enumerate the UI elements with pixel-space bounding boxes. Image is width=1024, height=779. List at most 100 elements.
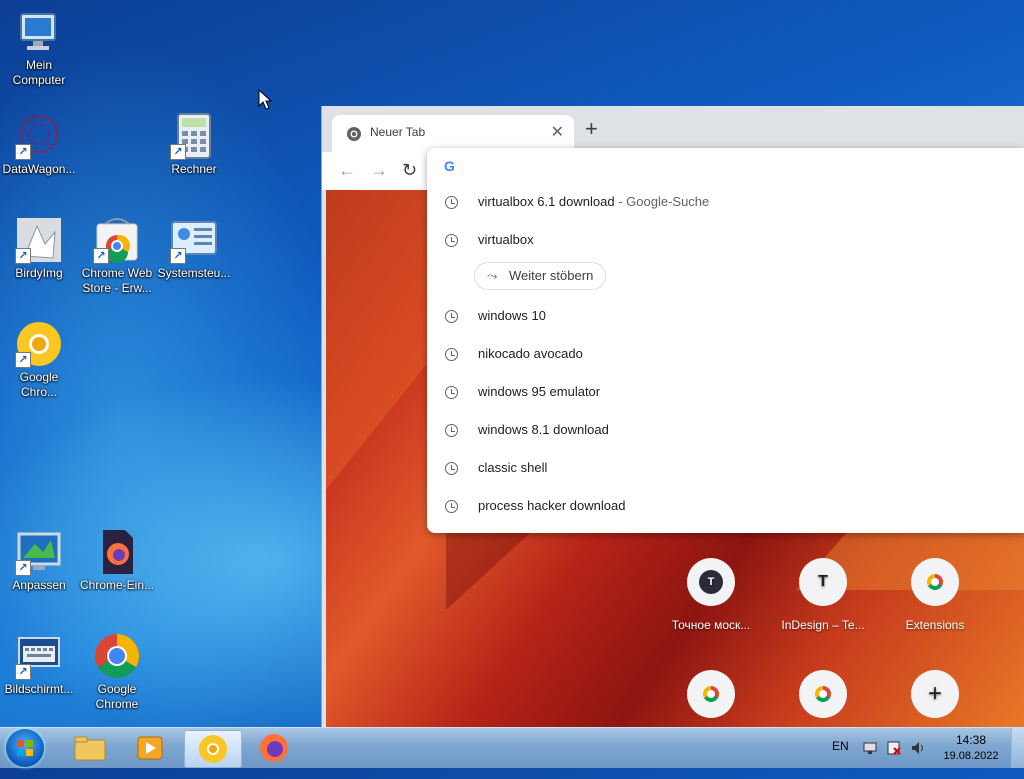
shortcut-arrow-icon: ↗ bbox=[170, 144, 186, 160]
history-clock-icon bbox=[445, 348, 458, 361]
history-clock-icon bbox=[445, 386, 458, 399]
keyboard-icon: ↗ bbox=[15, 632, 63, 680]
shortcut-tile[interactable] bbox=[768, 670, 878, 728]
chrome-shortcut-icon bbox=[799, 670, 847, 718]
desktop-icon-label: Chrome Web Store - Erw... bbox=[81, 266, 153, 295]
shortcut-tile-icon: T bbox=[687, 558, 735, 606]
history-clock-icon bbox=[445, 310, 458, 323]
personalize-icon: ↗ bbox=[15, 528, 63, 576]
desktop-icon-chrome-web-store[interactable]: ↗ Chrome Web Store - Erw... bbox=[78, 216, 156, 296]
desktop-icon-chrome-einstellungen[interactable]: Chrome-Ein... bbox=[78, 528, 156, 593]
control-panel-icon: ↗ bbox=[170, 216, 218, 264]
suggestion-item[interactable]: windows 10 bbox=[427, 302, 1024, 332]
shortcut-tile-label: InDesign – Te... bbox=[781, 618, 865, 632]
history-clock-icon bbox=[445, 424, 458, 437]
chrome-canary-icon: ↗ bbox=[15, 320, 63, 368]
action-center-icon[interactable] bbox=[886, 740, 902, 756]
taskbar-mediaplayer-button[interactable] bbox=[122, 730, 178, 766]
windows-logo-icon bbox=[17, 740, 33, 756]
desktop-icon-label: Chrome-Ein... bbox=[79, 578, 155, 592]
desktop-icon-google-chrome[interactable]: Google Chrome bbox=[78, 632, 156, 712]
clock-date: 19.08.2022 bbox=[943, 750, 999, 762]
back-icon[interactable]: ← bbox=[338, 160, 356, 181]
shortcut-tile[interactable]: T InDesign – Te... bbox=[768, 558, 878, 632]
network-icon[interactable] bbox=[862, 740, 878, 756]
desktop-icon-label: Systemsteu... bbox=[157, 266, 231, 280]
tab-close-icon[interactable]: ✕ bbox=[551, 122, 564, 142]
shortcut-tile[interactable]: Extensions bbox=[880, 558, 990, 632]
desktop-icon-label: Google Chrome bbox=[95, 682, 139, 711]
firefox-file-icon bbox=[93, 528, 141, 576]
shortcut-tile-label: Точное моск... bbox=[671, 618, 751, 632]
taskbar-chrome-canary-button[interactable] bbox=[184, 730, 242, 768]
desktop-icon-datawagon[interactable]: ↗ DataWagon... bbox=[0, 112, 78, 177]
chrome-web-store-icon: ↗ bbox=[93, 216, 141, 264]
desktop-icon-google-chrome-canary[interactable]: ↗ Google Chro... bbox=[0, 320, 78, 400]
desktop-icon-birdyimg[interactable]: ↗ BirdyImg bbox=[0, 216, 78, 281]
suggestion-item[interactable]: process hacker download bbox=[427, 492, 1024, 522]
chrome-icon bbox=[93, 632, 141, 680]
chrome-canary-icon bbox=[199, 735, 227, 763]
desktop-icon-label: DataWagon... bbox=[2, 162, 76, 176]
taskbar-firefox-button[interactable] bbox=[246, 730, 302, 766]
clock-time: 14:38 bbox=[955, 733, 987, 747]
volume-icon[interactable] bbox=[910, 740, 926, 756]
media-player-icon bbox=[137, 736, 163, 760]
shortcut-tile[interactable]: T Точное моск... bbox=[656, 558, 766, 632]
chrome-favicon-icon bbox=[347, 127, 361, 141]
desktop-icon-systemsteuerung[interactable]: ↗ Systemsteu... bbox=[155, 216, 233, 281]
shortcut-arrow-icon: ↗ bbox=[93, 248, 109, 264]
shortcut-arrow-icon: ↗ bbox=[15, 352, 31, 368]
chip-label: Weiter stöbern bbox=[509, 268, 594, 283]
suggestion-item[interactable]: nikocado avocado bbox=[427, 340, 1024, 370]
shortcut-tile-icon: T bbox=[799, 558, 847, 606]
history-clock-icon bbox=[445, 462, 458, 475]
shortcut-arrow-icon: ↗ bbox=[15, 144, 31, 160]
shortcut-arrow-icon: ↗ bbox=[15, 248, 31, 264]
suggestion-text: virtualbox bbox=[478, 232, 534, 247]
taskbar: EN 14:38 19.08.2022 bbox=[0, 727, 1024, 768]
desktop-icon-label: Mein Computer bbox=[12, 58, 66, 87]
suggestion-text: process hacker download bbox=[478, 498, 626, 513]
firefox-icon bbox=[260, 734, 288, 762]
suggestion-item[interactable]: classic shell bbox=[427, 454, 1024, 484]
extensions-icon bbox=[911, 558, 959, 606]
desktop-icon-label: BirdyImg bbox=[15, 266, 63, 280]
shortcut-tile[interactable] bbox=[656, 670, 766, 728]
add-icon: + bbox=[911, 670, 959, 718]
desktop-icon-mein-computer[interactable]: Mein Computer bbox=[0, 8, 78, 88]
suggestion-item[interactable]: virtualbox 6.1 download - Google-Suche bbox=[427, 188, 1024, 218]
suggestion-text: windows 95 emulator bbox=[478, 384, 601, 399]
new-tab-button[interactable]: + bbox=[585, 116, 598, 142]
suggestion-text: windows 10 bbox=[478, 308, 546, 323]
show-desktop-button[interactable] bbox=[1011, 728, 1024, 768]
desktop-icon-rechner[interactable]: ↗ Rechner bbox=[155, 112, 233, 177]
birdyimg-icon: ↗ bbox=[15, 216, 63, 264]
forward-icon[interactable]: → bbox=[370, 160, 388, 181]
history-clock-icon bbox=[445, 196, 458, 209]
tab-neuer-tab[interactable]: Neuer Tab ✕ bbox=[332, 115, 574, 152]
suggestion-text: classic shell bbox=[478, 460, 548, 475]
calculator-icon: ↗ bbox=[170, 112, 218, 160]
suggestion-text: windows 8.1 download bbox=[478, 422, 609, 437]
weiter-stoebern-chip[interactable]: ⤳ Weiter stöbern bbox=[474, 262, 607, 290]
suggestion-item[interactable]: virtualbox bbox=[427, 226, 1024, 256]
history-clock-icon bbox=[445, 500, 458, 513]
folder-icon bbox=[74, 736, 106, 761]
desktop-icon-bildschirmtastatur[interactable]: ↗ Bildschirmt... bbox=[0, 632, 78, 697]
taskbar-explorer-button[interactable] bbox=[62, 730, 118, 766]
suggestion-item[interactable]: windows 8.1 download bbox=[427, 416, 1024, 446]
reload-icon[interactable]: ↻ bbox=[402, 160, 417, 181]
computer-icon bbox=[15, 8, 63, 56]
clock[interactable]: 14:38 19.08.2022 bbox=[938, 732, 1004, 772]
datawagon-icon: ↗ bbox=[15, 112, 63, 160]
google-icon: G bbox=[444, 158, 455, 174]
language-indicator[interactable]: EN bbox=[832, 739, 849, 779]
mouse-cursor-icon bbox=[258, 89, 272, 110]
desktop-icon-anpassen[interactable]: ↗ Anpassen bbox=[0, 528, 78, 593]
suggestion-item[interactable]: windows 95 emulator bbox=[427, 378, 1024, 408]
start-button[interactable] bbox=[6, 729, 44, 767]
tab-title: Neuer Tab bbox=[370, 125, 426, 139]
shortcut-arrow-icon: ↗ bbox=[170, 248, 186, 264]
add-shortcut-button[interactable]: + bbox=[880, 670, 990, 728]
